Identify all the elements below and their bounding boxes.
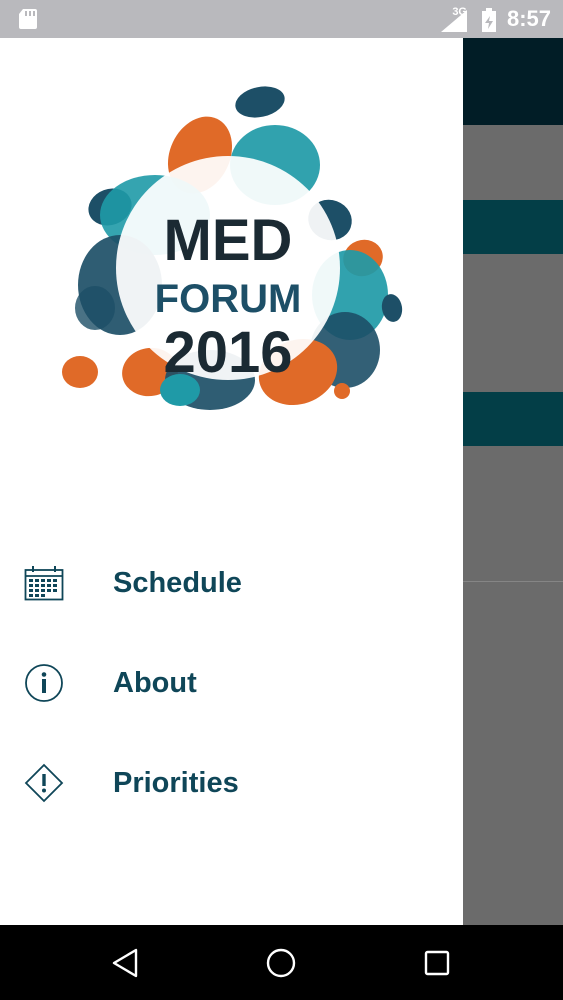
system-navigation-bar	[0, 925, 563, 1000]
med-forum-logo: MED FORUM 2016	[62, 86, 403, 410]
background-band	[463, 200, 563, 254]
background-divider	[463, 581, 563, 582]
home-icon[interactable]	[261, 945, 301, 981]
info-icon	[23, 662, 65, 704]
battery-icon	[481, 8, 497, 37]
priority-icon	[23, 762, 65, 804]
status-bar: 3G 8:57	[0, 0, 563, 38]
menu-item-about[interactable]: About	[0, 633, 463, 733]
calendar-icon	[23, 562, 65, 604]
background-app-scrim[interactable]	[463, 38, 563, 925]
sd-card-icon	[18, 8, 38, 35]
background-band	[463, 392, 563, 446]
menu-label-about: About	[113, 666, 197, 699]
menu-item-schedule[interactable]: Schedule	[0, 533, 463, 633]
menu-item-priorities[interactable]: Priorities	[0, 733, 463, 833]
menu-label-schedule: Schedule	[113, 566, 242, 599]
background-toolbar	[463, 38, 563, 125]
logo-text-forum: FORUM	[155, 277, 302, 321]
logo-text-med: MED	[164, 208, 293, 273]
navigation-drawer: MED FORUM 2016 Schedule About Priorities	[0, 38, 463, 925]
logo-text-year: 2016	[163, 320, 292, 385]
recents-icon[interactable]	[417, 945, 457, 981]
menu-label-priorities: Priorities	[113, 766, 239, 799]
back-icon[interactable]	[105, 945, 145, 981]
signal-icon	[441, 10, 467, 37]
clock: 8:57	[506, 6, 551, 31]
drawer-menu: Schedule About Priorities	[0, 533, 463, 833]
